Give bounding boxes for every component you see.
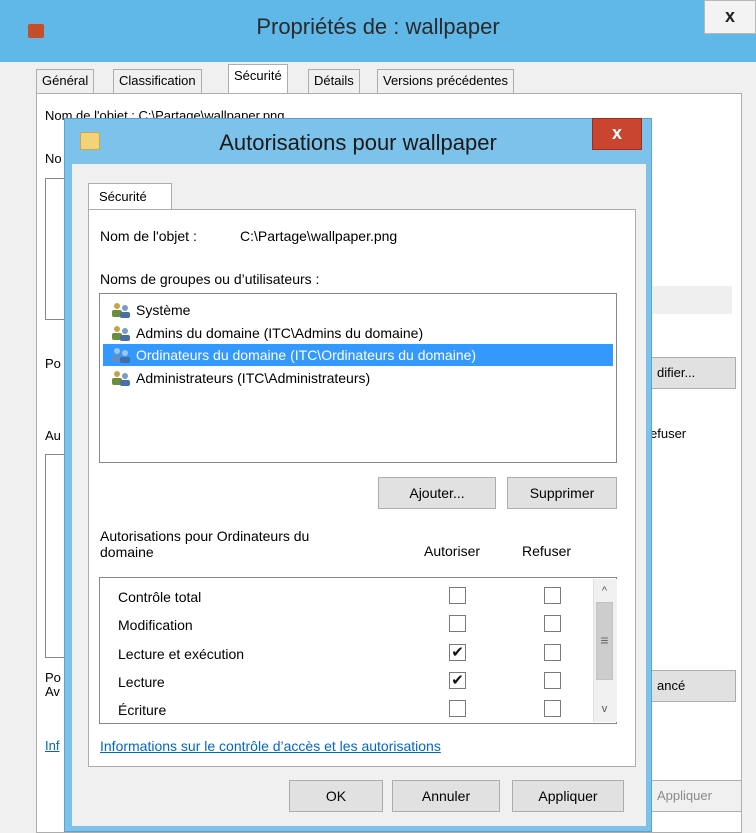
- permission-name: Écriture: [118, 702, 167, 718]
- users-icon: [112, 371, 130, 386]
- group-item-label: Administrateurs (ITC\Administrateurs): [136, 370, 371, 386]
- group-item-admins-domaine[interactable]: Admins du domaine (ITC\Admins du domaine…: [108, 322, 423, 344]
- properties-groups-label: No: [45, 151, 62, 166]
- deny-header: Refuser: [522, 543, 572, 559]
- permission-name: Lecture et exécution: [118, 646, 245, 662]
- object-name-label: Nom de l'objet :: [100, 228, 197, 244]
- scroll-down-icon[interactable]: v: [594, 700, 615, 718]
- group-item-label: Système: [136, 302, 191, 318]
- scroll-up-icon[interactable]: ^: [594, 582, 615, 600]
- ok-button[interactable]: OK: [289, 780, 383, 812]
- deny-checkbox-lecture[interactable]: [544, 672, 561, 689]
- scroll-thumb[interactable]: ≡: [596, 602, 613, 680]
- tab-securite[interactable]: Sécurité: [228, 64, 288, 94]
- allow-checkbox-lecture[interactable]: ✔: [449, 672, 466, 689]
- properties-perm-list: [45, 454, 66, 658]
- advanced-button[interactable]: ancé: [650, 670, 736, 702]
- dialog-title: Autorisations pour wallpaper: [219, 130, 497, 155]
- deny-checkbox-lecture-execution[interactable]: [544, 644, 561, 661]
- add-button[interactable]: Ajouter...: [378, 477, 496, 509]
- permission-name: Contrôle total: [118, 589, 202, 605]
- permissions-label: Autorisations pour Ordinateurs du: [100, 528, 310, 544]
- properties-window-title: Propriétés de : wallpaper: [256, 14, 500, 39]
- remove-button[interactable]: Supprimer: [507, 477, 617, 509]
- dialog-close-button[interactable]: x: [592, 118, 642, 150]
- properties-list-row: [650, 286, 732, 314]
- modify-button[interactable]: difier...: [650, 357, 736, 389]
- permission-name: Lecture: [118, 674, 165, 690]
- properties-groups-list[interactable]: [45, 178, 66, 320]
- allow-checkbox-ecriture[interactable]: [449, 700, 466, 717]
- group-item-administrateurs[interactable]: Administrateurs (ITC\Administrateurs): [108, 367, 370, 389]
- computers-group-icon: [112, 348, 130, 363]
- tab-classification[interactable]: Classification: [113, 69, 202, 93]
- permission-name: Modification: [118, 617, 193, 633]
- allow-checkbox-controle-total[interactable]: [449, 587, 466, 604]
- dialog-tab-securite[interactable]: Sécurité: [88, 183, 172, 210]
- properties-advanced-label-2: Av: [45, 684, 60, 699]
- users-icon: [112, 326, 130, 341]
- group-item-systeme[interactable]: Système: [108, 299, 190, 321]
- allow-header: Autoriser: [424, 543, 481, 559]
- properties-perm-header: Au: [45, 428, 61, 443]
- properties-info-link[interactable]: Inf: [45, 738, 59, 753]
- deny-checkbox-ecriture[interactable]: [544, 700, 561, 717]
- properties-advanced-label: Po: [45, 670, 61, 685]
- allow-checkbox-modification[interactable]: [449, 615, 466, 632]
- allow-checkbox-lecture-execution[interactable]: ✔: [449, 644, 466, 661]
- cancel-button[interactable]: Annuler: [392, 780, 500, 812]
- tab-details[interactable]: Détails: [308, 69, 360, 93]
- tab-versions-precedentes[interactable]: Versions précédentes: [377, 69, 515, 93]
- users-icon: [112, 303, 130, 318]
- group-item-ordinateurs-domaine[interactable]: Ordinateurs du domaine (ITC\Ordinateurs …: [103, 344, 613, 366]
- access-control-info-link[interactable]: Informations sur le contrôle d’accès et …: [100, 738, 441, 754]
- apply-button[interactable]: Appliquer: [512, 780, 624, 812]
- permissions-label-line2: domaine: [100, 544, 154, 560]
- tab-general[interactable]: Général: [36, 69, 95, 93]
- object-name-value: C:\Partage\wallpaper.png: [240, 228, 398, 244]
- deny-checkbox-controle-total[interactable]: [544, 587, 561, 604]
- properties-deny-header: efuser: [650, 426, 687, 441]
- properties-apply-button: Appliquer: [650, 780, 742, 812]
- group-item-label: Admins du domaine (ITC\Admins du domaine…: [136, 325, 424, 341]
- groups-label: Noms de groupes ou d’utilisateurs :: [100, 271, 320, 287]
- group-item-label: Ordinateurs du domaine (ITC\Ordinateurs …: [136, 347, 477, 363]
- deny-checkbox-modification[interactable]: [544, 615, 561, 632]
- properties-close-button[interactable]: x: [704, 0, 756, 34]
- properties-permissions-label: Po: [45, 356, 61, 371]
